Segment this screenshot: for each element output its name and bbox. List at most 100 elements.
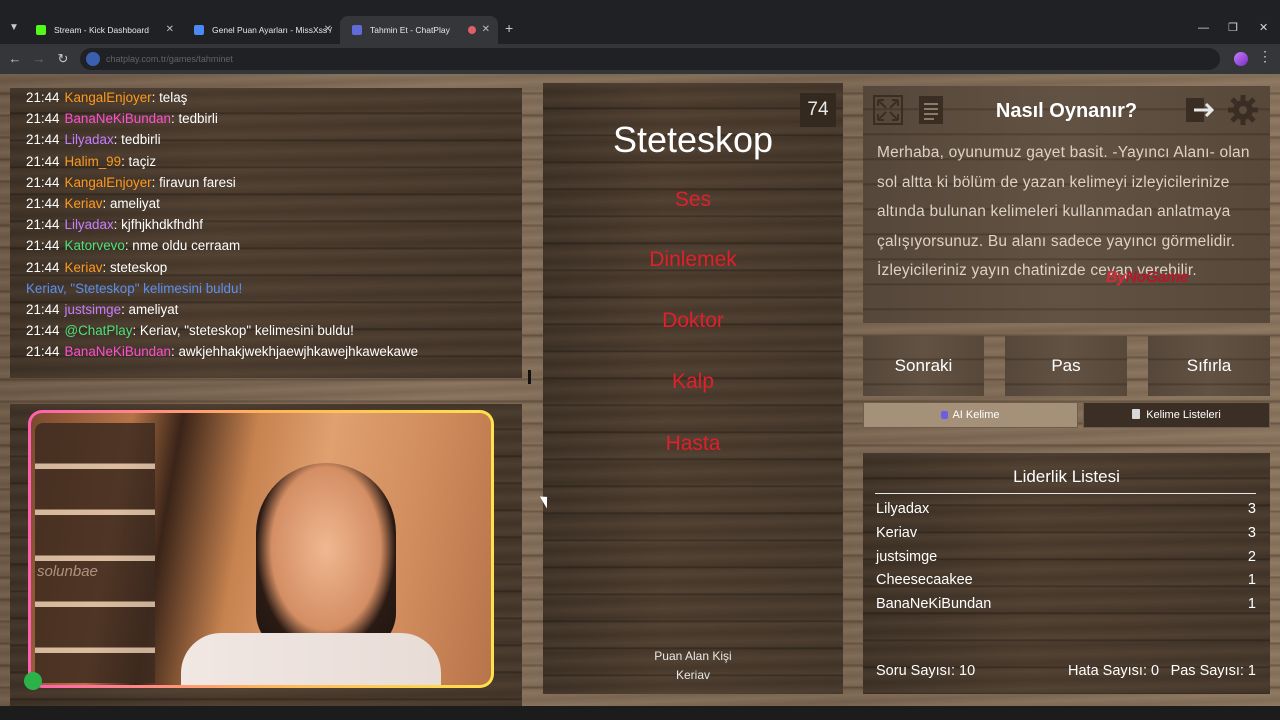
chat-username[interactable]: Lilyadax — [65, 132, 114, 147]
target-word: Steteskop — [612, 119, 774, 160]
chat-message: 21:44 @ChatPlay: Keriav, "steteskop" keli… — [26, 320, 418, 341]
tab-search-icon[interactable]: ▼ — [6, 20, 22, 36]
chat-username[interactable]: Lilyadax — [65, 217, 114, 232]
chat-message-text: telaş — [159, 90, 188, 105]
chat-username[interactable]: justsimge — [65, 302, 122, 317]
chat-message-list: 21:44 KangalEnjoyer: telaş 21:44 BanaNeKiBu… — [26, 87, 418, 362]
tab-title: Tahmin Et - ChatPlay — [370, 25, 450, 35]
how-to-play-panel: Nasıl Oynanır? Merhaba, oyunumuz gayet b… — [863, 86, 1270, 323]
chat-message-text: Keriav, "Steteskop" kelimesini buldu! — [26, 280, 243, 296]
back-arrow-icon[interactable]: ← — [6, 50, 24, 68]
chat-separator: : — [151, 90, 160, 105]
address-bar: ← → ↻ chatplay.com.tr/games/tahminet — [0, 44, 1280, 74]
chat-username[interactable]: Halim_99 — [65, 154, 122, 169]
bottom-strip — [0, 706, 1280, 720]
settings-icon[interactable] — [1227, 94, 1259, 126]
chat-separator: : — [113, 132, 122, 148]
chat-message: 21:44 Halim_99: taçiz — [26, 151, 418, 172]
chat-timestamp: 21:44 — [26, 153, 60, 169]
chatplay-favicon-icon — [352, 25, 362, 35]
countdown-timer: 74 — [800, 93, 836, 127]
chat-message-text: ameliyat — [109, 195, 160, 211]
chat-separator: : — [102, 195, 110, 211]
chat-username[interactable]: Katorvevo — [65, 238, 125, 253]
chat-timestamp: 21:44 — [26, 90, 60, 105]
leaderboard-divider — [875, 493, 1256, 494]
streamer-image — [256, 463, 396, 653]
chat-username[interactable]: Keriav — [65, 196, 103, 211]
chat-timestamp: 21:44 — [26, 132, 60, 148]
chat-message-text: firavun faresi — [159, 174, 236, 190]
chat-message-text: Keriav, "steteskop" kelimesini buldu! — [139, 323, 354, 339]
tab-tahmin-et[interactable]: Tahmin Et - ChatPlay ✕ — [340, 16, 498, 44]
chat-username[interactable]: KangalEnjoyer — [65, 175, 152, 190]
url-text: chatplay.com.tr/games/tahminet — [106, 54, 233, 64]
chat-username[interactable]: KangalEnjoyer — [65, 90, 152, 105]
chat-timestamp: 21:44 — [26, 344, 60, 360]
reload-icon[interactable]: ↻ — [54, 50, 72, 68]
game-stats: Soru Sayısı: 10 Hata Sayısı: 0 Pas Sayıs… — [876, 661, 1256, 681]
chat-panel: 21:44 KangalEnjoyer: telaş 21:44 BanaNeKiBu… — [10, 87, 531, 384]
player-score: 1 — [1247, 596, 1256, 612]
chat-message: 21:44 Lilyadax: kjfhjkhdkfhdhf — [26, 214, 418, 235]
pass-count: Pas Sayısı: 1 — [1170, 663, 1256, 679]
player-name: Lilyadax — [876, 501, 930, 517]
word-lists-button[interactable]: Kelime Listeleri — [1083, 402, 1270, 428]
chat-separator: : — [113, 217, 122, 233]
forbidden-word: Ses — [674, 188, 712, 211]
profile-avatar[interactable] — [1234, 52, 1248, 66]
ai-word-button[interactable]: AI Kelime — [863, 402, 1078, 428]
scorer-name: Keriav — [675, 668, 710, 682]
chat-timestamp: 21:44 — [26, 238, 60, 254]
forbidden-word: Doktor — [662, 309, 724, 332]
kick-favicon-icon — [36, 25, 46, 35]
maximize-button[interactable]: ❐ — [1228, 20, 1238, 36]
forward-arrow-icon[interactable]: → — [30, 50, 48, 68]
minimize-button[interactable]: — — [1198, 20, 1209, 36]
tab-close-icon[interactable]: ✕ — [482, 16, 490, 44]
tab-kick-dashboard[interactable]: Stream - Kick Dashboard ✕ — [24, 16, 182, 44]
chat-username[interactable]: @ChatPlay — [65, 323, 133, 338]
player-name: Cheesecaakee — [876, 572, 973, 588]
tab-title: Stream - Kick Dashboard — [54, 25, 149, 35]
player-name: BanaNeKiBundan — [876, 596, 992, 612]
chat-message-text: tedbirli — [178, 111, 218, 127]
player-score: 1 — [1247, 572, 1256, 588]
tab-close-icon[interactable]: ✕ — [324, 16, 332, 44]
leaderboard-row: Keriav 3 — [876, 523, 1256, 543]
pass-button[interactable]: Pas — [1005, 336, 1127, 396]
tab-close-icon[interactable]: ✕ — [166, 16, 174, 44]
chat-separator: : — [151, 174, 160, 190]
webcam-video: solunbae — [28, 410, 494, 688]
chat-username[interactable]: Keriav — [65, 260, 103, 275]
game-page: 21:44 KangalEnjoyer: telaş 21:44 BanaNeKiBu… — [0, 74, 1280, 706]
url-field[interactable]: chatplay.com.tr/games/tahminet — [80, 48, 1220, 70]
site-info-icon[interactable] — [86, 52, 100, 66]
chat-timestamp: 21:44 — [26, 195, 60, 211]
chat-username[interactable]: BanaNeKiBundan — [65, 344, 171, 359]
leaderboard-row: Lilyadax 3 — [876, 499, 1256, 519]
chat-message: 21:44 BanaNeKiBundan: awkjehhakjwekhjaewj… — [26, 341, 418, 362]
chat-message-text: nme oldu cerraam — [132, 238, 241, 254]
next-button[interactable]: Sonraki — [863, 336, 984, 396]
chat-message: 21:44 KangalEnjoyer: telaş — [26, 87, 418, 108]
forbidden-word: Hasta — [665, 432, 721, 455]
tab-puan-ayarlari[interactable]: Genel Puan Ayarları - MissXss / ✕ — [182, 16, 340, 44]
leaderboard-row: justsimge 2 — [876, 547, 1256, 567]
chat-username[interactable]: BanaNeKiBundan — [65, 111, 171, 126]
question-count: Soru Sayısı: 10 — [876, 663, 976, 679]
reset-button[interactable]: Sıfırla — [1148, 336, 1270, 396]
logout-icon[interactable] — [1184, 94, 1216, 126]
chat-message: 21:44 Katorvevo: nme oldu cerraam — [26, 235, 418, 256]
new-tab-button[interactable]: + — [505, 20, 513, 36]
chat-separator: : — [132, 323, 140, 339]
chat-scrollbar[interactable] — [528, 370, 531, 384]
close-window-button[interactable]: ✕ — [1259, 20, 1268, 36]
browser-tab-strip: ▼ Stream - Kick Dashboard ✕ Genel Puan A… — [0, 0, 1280, 44]
browser-menu-icon[interactable]: ⋮ — [1258, 48, 1272, 65]
chat-timestamp: 21:44 — [26, 111, 60, 127]
chat-message: 21:44 justsimge: ameliyat — [26, 299, 418, 320]
chat-timestamp: 21:44 — [26, 217, 60, 233]
leaderboard-panel: Liderlik Listesi Lilyadax 3 Keriav 3 jus… — [863, 453, 1270, 694]
chat-timestamp: 21:44 — [26, 323, 60, 339]
